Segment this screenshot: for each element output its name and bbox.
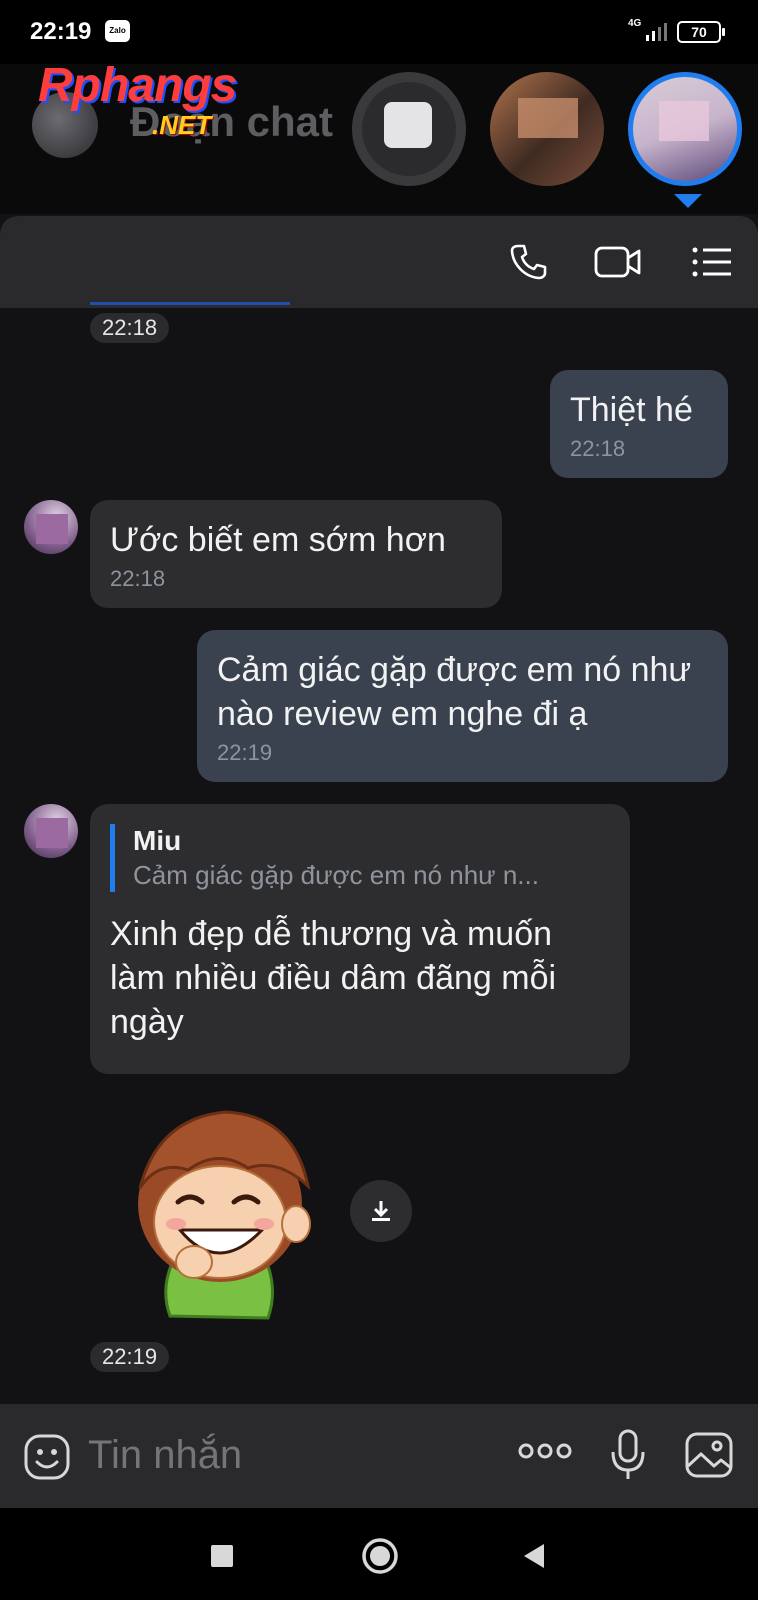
- square-icon: [211, 1545, 233, 1567]
- boy-grinning-sticker[interactable]: [118, 1098, 328, 1328]
- background-header: Đoạn chat Rphangs .NET: [0, 59, 758, 214]
- recent-apps-button[interactable]: [200, 1534, 244, 1578]
- watermark-logo-suffix: .NET: [152, 110, 212, 140]
- menu-list-icon[interactable]: [684, 236, 740, 288]
- message-list[interactable]: 22:18 Thiệt hé 22:18 Ước biết em sớm hơn…: [0, 302, 758, 1404]
- message-composer: [0, 1404, 758, 1508]
- circle-icon: [362, 1538, 398, 1574]
- reply-author: Miu: [133, 825, 182, 856]
- message-time: 22:18: [570, 436, 626, 461]
- sender-avatar[interactable]: [24, 500, 78, 554]
- chat-header: [0, 216, 758, 308]
- system-navigation-bar: [0, 1508, 758, 1600]
- video-call-icon[interactable]: [590, 236, 646, 288]
- more-icon[interactable]: [518, 1440, 572, 1462]
- active-chat-pointer: [674, 194, 702, 208]
- message-text: Ước biết em sớm hơn: [110, 521, 446, 559]
- image-icon[interactable]: [684, 1430, 734, 1480]
- message-input[interactable]: [88, 1430, 488, 1480]
- time-divider: 22:19: [90, 1342, 170, 1372]
- previous-message-edge: [90, 302, 290, 305]
- sender-avatar[interactable]: [24, 804, 78, 858]
- signal-icon: [646, 23, 667, 41]
- download-button[interactable]: [350, 1180, 412, 1242]
- phone-icon[interactable]: [500, 236, 556, 288]
- chat-head-contact[interactable]: [490, 72, 604, 186]
- download-icon: [372, 1201, 390, 1221]
- triangle-back-icon: [524, 1544, 544, 1568]
- emoji-icon[interactable]: [22, 1432, 72, 1482]
- time-divider: 22:18: [90, 313, 170, 343]
- zalo-notification-icon: Zalo: [105, 20, 130, 42]
- incoming-message[interactable]: Ước biết em sớm hơn 22:18: [90, 500, 502, 608]
- watermark-logo: Rphangs: [38, 59, 237, 112]
- message-time: 22:18: [110, 566, 166, 591]
- message-text: Cảm giác gặp được em nó như nào review e…: [217, 651, 692, 733]
- chat-head-zalo[interactable]: [352, 72, 466, 186]
- network-type: 4G: [628, 18, 642, 29]
- reply-preview: Cảm giác gặp được em nó như n...: [133, 860, 539, 890]
- outgoing-message[interactable]: Cảm giác gặp được em nó như nào review e…: [197, 630, 728, 782]
- message-text: Xinh đẹp dễ thương và muốn làm nhiều điề…: [110, 915, 557, 1041]
- message-time: 22:19: [217, 740, 273, 765]
- microphone-icon[interactable]: [608, 1428, 648, 1482]
- reply-quote[interactable]: Miu Cảm giác gặp được em nó như n...: [110, 824, 610, 892]
- home-button[interactable]: [358, 1534, 402, 1578]
- outgoing-message[interactable]: Thiệt hé 22:18: [550, 370, 728, 478]
- incoming-reply-message[interactable]: Miu Cảm giác gặp được em nó như n... Xin…: [90, 804, 630, 1074]
- back-button[interactable]: [512, 1534, 556, 1578]
- chat-head-active[interactable]: [628, 72, 742, 186]
- status-bar: 22:19 Zalo 4G 70: [0, 0, 758, 64]
- message-text: Thiệt hé: [570, 391, 693, 429]
- battery-icon: 70: [677, 21, 725, 43]
- status-time: 22:19: [30, 18, 92, 45]
